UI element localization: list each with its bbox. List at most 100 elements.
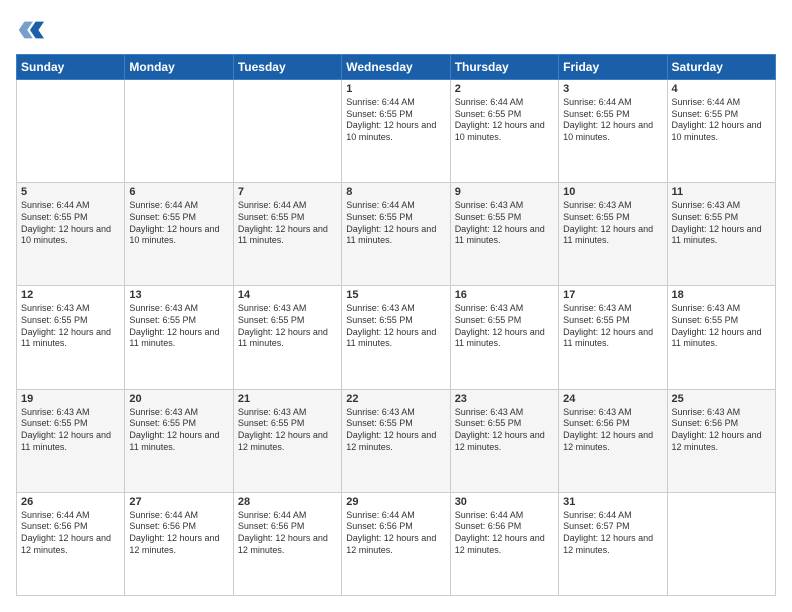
day-info: Sunrise: 6:44 AM Sunset: 6:56 PM Dayligh… [346,510,445,557]
day-number: 21 [238,393,337,405]
day-cell: 25 Sunrise: 6:43 AM Sunset: 6:56 PM Dayli… [667,389,775,492]
weekday-header-sunday: Sunday [17,55,125,80]
day-cell [125,80,233,183]
day-number: 8 [346,186,445,198]
day-cell: 21 Sunrise: 6:43 AM Sunset: 6:55 PM Dayli… [233,389,341,492]
weekday-header-thursday: Thursday [450,55,558,80]
day-cell: 4Sunrise: 6:44 AM Sunset: 6:55 PM Daylig… [667,80,775,183]
logo-icon [16,16,44,44]
day-info: Sunrise: 6:44 AM Sunset: 6:56 PM Dayligh… [129,510,228,557]
day-number: 19 [21,393,120,405]
day-number: 17 [563,289,662,301]
day-info: Sunrise: 6:43 AM Sunset: 6:55 PM Dayligh… [238,303,337,350]
day-number: 25 [672,393,771,405]
day-cell: 15Sunrise: 6:43 AM Sunset: 6:55 PM Dayli… [342,286,450,389]
day-cell: 14 Sunrise: 6:43 AM Sunset: 6:55 PM Dayli… [233,286,341,389]
day-number: 10 [563,186,662,198]
day-number: 1 [346,83,445,95]
day-cell: 19 Sunrise: 6:43 AM Sunset: 6:55 PM Dayli… [17,389,125,492]
day-info: Sunrise: 6:44 AM Sunset: 6:55 PM Dayligh… [129,200,228,247]
week-row-3: 12 Sunrise: 6:43 AM Sunset: 6:55 PM Dayli… [17,286,776,389]
week-row-4: 19 Sunrise: 6:43 AM Sunset: 6:55 PM Dayli… [17,389,776,492]
day-number: 9 [455,186,554,198]
day-number: 18 [672,289,771,301]
day-cell: 12 Sunrise: 6:43 AM Sunset: 6:55 PM Dayli… [17,286,125,389]
day-cell: 23 Sunrise: 6:43 AM Sunset: 6:55 PM Dayli… [450,389,558,492]
day-number: 20 [129,393,228,405]
day-cell: 26 Sunrise: 6:44 AM Sunset: 6:56 PM Dayli… [17,492,125,595]
day-info: Sunrise: 6:43 AM Sunset: 6:55 PM Dayligh… [21,303,120,350]
day-number: 27 [129,496,228,508]
day-cell: 8 Sunrise: 6:44 AM Sunset: 6:55 PM Daylig… [342,183,450,286]
day-cell: 22 Sunrise: 6:43 AM Sunset: 6:55 PM Dayli… [342,389,450,492]
day-cell: 2 Sunrise: 6:44 AM Sunset: 6:55 PM Daylig… [450,80,558,183]
page: SundayMondayTuesdayWednesdayThursdayFrid… [0,0,792,612]
day-number: 22 [346,393,445,405]
day-info: Sunrise: 6:43 AM Sunset: 6:55 PM Dayligh… [455,407,554,454]
day-info: Sunrise: 6:44 AM Sunset: 6:56 PM Dayligh… [21,510,120,557]
day-info: Sunrise: 6:43 AM Sunset: 6:55 PM Dayligh… [672,200,771,247]
weekday-header-wednesday: Wednesday [342,55,450,80]
day-info: Sunrise: 6:43 AM Sunset: 6:55 PM Dayligh… [563,200,662,247]
day-cell: 1 Sunrise: 6:44 AM Sunset: 6:55 PM Daylig… [342,80,450,183]
day-info: Sunrise: 6:44 AM Sunset: 6:55 PM Dayligh… [455,97,554,144]
day-info: Sunrise: 6:44 AM Sunset: 6:55 PM Dayligh… [563,97,662,144]
weekday-header-row: SundayMondayTuesdayWednesdayThursdayFrid… [17,55,776,80]
day-number: 2 [455,83,554,95]
day-cell: 5Sunrise: 6:44 AM Sunset: 6:55 PM Daylig… [17,183,125,286]
day-info: Sunrise: 6:43 AM Sunset: 6:55 PM Dayligh… [346,407,445,454]
day-info: Sunrise: 6:43 AM Sunset: 6:55 PM Dayligh… [21,407,120,454]
weekday-header-monday: Monday [125,55,233,80]
day-cell: 3 Sunrise: 6:44 AM Sunset: 6:55 PM Daylig… [559,80,667,183]
day-cell: 6 Sunrise: 6:44 AM Sunset: 6:55 PM Daylig… [125,183,233,286]
day-info: Sunrise: 6:44 AM Sunset: 6:55 PM Dayligh… [346,200,445,247]
day-cell: 29Sunrise: 6:44 AM Sunset: 6:56 PM Dayli… [342,492,450,595]
day-cell [667,492,775,595]
day-info: Sunrise: 6:43 AM Sunset: 6:56 PM Dayligh… [672,407,771,454]
day-number: 11 [672,186,771,198]
day-number: 16 [455,289,554,301]
day-cell: 16 Sunrise: 6:43 AM Sunset: 6:55 PM Dayli… [450,286,558,389]
day-number: 14 [238,289,337,301]
day-number: 23 [455,393,554,405]
day-number: 7 [238,186,337,198]
day-info: Sunrise: 6:43 AM Sunset: 6:55 PM Dayligh… [563,303,662,350]
day-info: Sunrise: 6:44 AM Sunset: 6:55 PM Dayligh… [672,97,771,144]
day-cell: 11 Sunrise: 6:43 AM Sunset: 6:55 PM Dayli… [667,183,775,286]
header [16,16,776,44]
week-row-1: 1 Sunrise: 6:44 AM Sunset: 6:55 PM Daylig… [17,80,776,183]
day-info: Sunrise: 6:43 AM Sunset: 6:55 PM Dayligh… [455,303,554,350]
weekday-header-friday: Friday [559,55,667,80]
day-info: Sunrise: 6:44 AM Sunset: 6:55 PM Dayligh… [238,200,337,247]
day-info: Sunrise: 6:43 AM Sunset: 6:55 PM Dayligh… [238,407,337,454]
day-number: 24 [563,393,662,405]
day-info: Sunrise: 6:43 AM Sunset: 6:55 PM Dayligh… [129,303,228,350]
weekday-header-tuesday: Tuesday [233,55,341,80]
day-number: 6 [129,186,228,198]
day-cell [17,80,125,183]
day-cell: 28Sunrise: 6:44 AM Sunset: 6:56 PM Dayli… [233,492,341,595]
day-number: 26 [21,496,120,508]
day-cell: 24Sunrise: 6:43 AM Sunset: 6:56 PM Dayli… [559,389,667,492]
day-cell: 31 Sunrise: 6:44 AM Sunset: 6:57 PM Dayli… [559,492,667,595]
day-info: Sunrise: 6:44 AM Sunset: 6:55 PM Dayligh… [346,97,445,144]
week-row-2: 5 Sunrise: 6:44 AM Sunset: 6:55 PM Daylig… [17,183,776,286]
day-cell: 13 Sunrise: 6:43 AM Sunset: 6:55 PM Dayli… [125,286,233,389]
week-row-5: 26 Sunrise: 6:44 AM Sunset: 6:56 PM Dayli… [17,492,776,595]
day-number: 5 [21,186,120,198]
day-info: Sunrise: 6:43 AM Sunset: 6:55 PM Dayligh… [346,303,445,350]
day-cell: 10 Sunrise: 6:43 AM Sunset: 6:55 PM Dayli… [559,183,667,286]
day-number: 13 [129,289,228,301]
day-cell: 9 Sunrise: 6:43 AM Sunset: 6:55 PM Daylig… [450,183,558,286]
day-number: 28 [238,496,337,508]
weekday-header-saturday: Saturday [667,55,775,80]
day-number: 12 [21,289,120,301]
day-cell [233,80,341,183]
day-cell: 30Sunrise: 6:44 AM Sunset: 6:56 PM Dayli… [450,492,558,595]
day-number: 31 [563,496,662,508]
day-cell: 17 Sunrise: 6:43 AM Sunset: 6:55 PM Dayli… [559,286,667,389]
day-number: 3 [563,83,662,95]
day-info: Sunrise: 6:43 AM Sunset: 6:55 PM Dayligh… [455,200,554,247]
day-cell: 20Sunrise: 6:43 AM Sunset: 6:55 PM Dayli… [125,389,233,492]
day-info: Sunrise: 6:44 AM Sunset: 6:57 PM Dayligh… [563,510,662,557]
